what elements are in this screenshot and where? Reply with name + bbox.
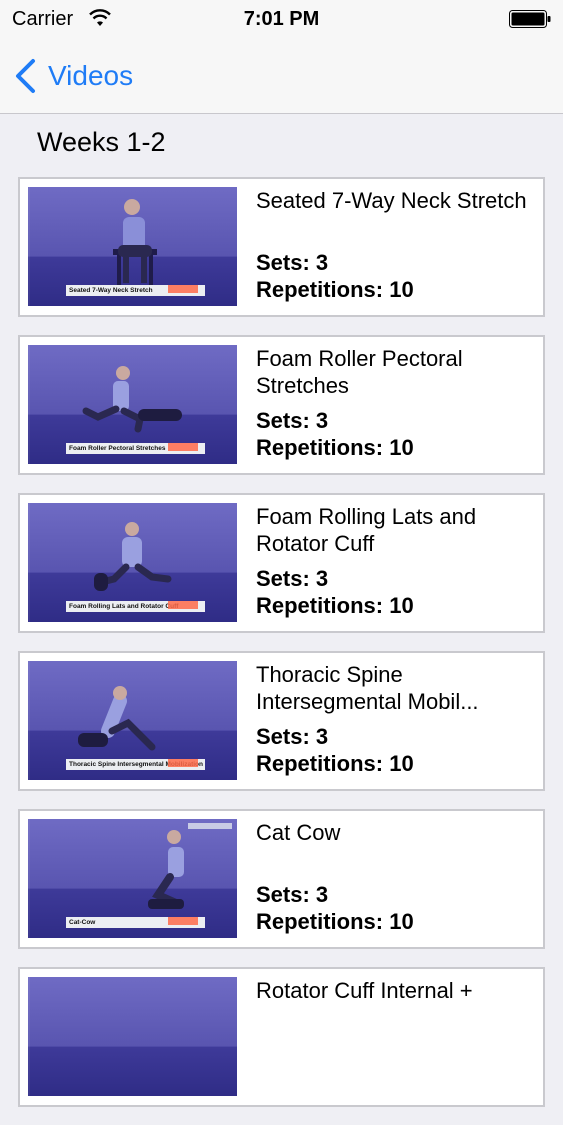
clock: 7:01 PM [243,8,320,30]
battery-icon [509,10,551,28]
exercise-reps: Repetitions: 10 [256,435,414,460]
exercise-sets: Sets: 3 [256,724,329,749]
status-bar: Carrier 7:01 PM [0,0,563,38]
exercise-title: Thoracic Spine Intersegmental Mobil... [256,662,479,714]
logo-icon [168,759,198,767]
exercise-reps: Repetitions: 10 [256,909,414,934]
logo-icon [168,601,198,609]
exercise-sets: Sets: 3 [256,250,329,275]
exercise-reps: Repetitions: 10 [256,751,414,776]
video-thumbnail: Foam Rolling Lats and Rotator Cuff [28,503,237,622]
video-thumbnail: Foam Roller Pectoral Stretches [28,345,237,464]
exercise-title: Seated 7-Way Neck Stretch [256,188,527,213]
exercise-sets: Sets: 3 [256,408,329,433]
section-title: Weeks 1-2 [37,127,166,157]
video-thumbnail: Seated 7-Way Neck Stretch [28,187,237,306]
exercise-sets: Sets: 3 [256,882,329,907]
exercise-card[interactable]: Cat-Cow Cat Cow Sets: 3 Repetitions: 10 [18,809,545,949]
exercise-card[interactable]: Foam Rolling Lats and Rotator Cuff Foam … [18,493,545,633]
exercise-sets: Sets: 3 [256,566,329,591]
back-button[interactable]: Videos [14,56,133,96]
exercise-card[interactable]: Rotator Cuff Internal + [18,967,545,1107]
exercise-reps: Repetitions: 10 [256,593,414,618]
exercise-card[interactable]: Foam Roller Pectoral Stretches Foam Roll… [18,335,545,475]
exercise-reps: Repetitions: 10 [256,277,414,302]
logo-icon [168,285,198,293]
exercise-title: Foam Rolling Lats and Rotator Cuff [256,504,477,556]
back-button-label: Videos [48,60,134,91]
video-thumbnail: Thoracic Spine Intersegmental Mobilizati… [28,661,237,780]
video-thumbnail: Cat-Cow [28,819,237,938]
video-thumbnail [28,977,237,1096]
exercise-title: Foam Roller Pectoral Stretches [256,346,463,398]
exercise-title: Cat Cow [256,820,341,845]
exercise-card[interactable]: Thoracic Spine Intersegmental Mobilizati… [18,651,545,791]
chevron-left-icon [16,59,35,93]
exercise-list: Seated 7-Way Neck Stretch Seated 7-Way N… [18,177,545,1125]
exercise-card[interactable]: Seated 7-Way Neck Stretch Seated 7-Way N… [18,177,545,317]
logo-icon [168,443,198,451]
logo-icon [168,917,198,925]
navigation-bar: Videos [0,38,563,114]
